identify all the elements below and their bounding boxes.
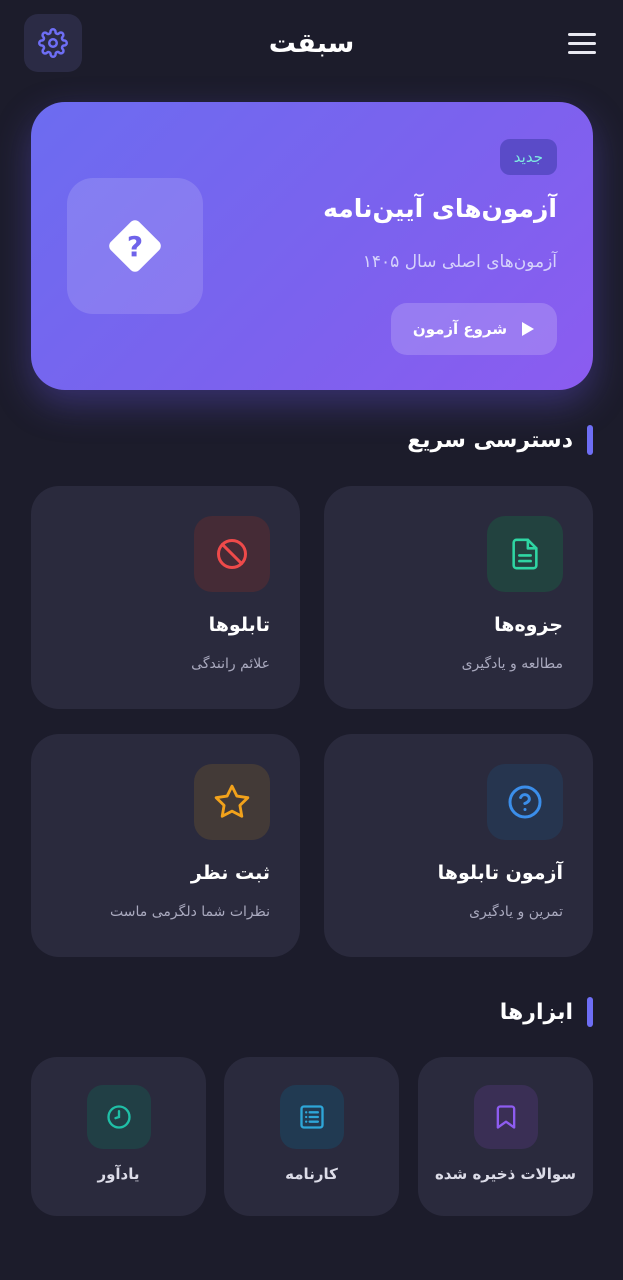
app-title: سبقت [268,27,355,59]
card-signs-subtitle: علائم رانندگی [191,656,270,672]
card-notes-title: جزوه‌ها [494,614,563,636]
quick-access-heading: دسترسی سریع [407,425,593,455]
hero-title: آزمون‌های آیین‌نامه [323,194,557,223]
list-icon [300,1105,324,1129]
hero-card[interactable]: جدید آزمون‌های آیین‌نامه آزمون‌های اصلی … [31,102,593,390]
card-sign-quiz[interactable]: آزمون تابلوها تمرین و یادگیری [324,734,593,957]
settings-button[interactable] [24,14,82,72]
tool-report-card[interactable]: کارنامه [224,1057,399,1216]
menu-button[interactable] [565,26,599,60]
card-feedback-title: ثبت نظر [190,862,270,884]
section-accent-bar [587,425,593,455]
no-entry-icon [217,539,247,569]
question-circle-icon [508,785,542,819]
tool-reminder-label: یادآور [97,1165,140,1183]
play-icon [522,322,535,336]
card-feedback[interactable]: ثبت نظر نظرات شما دلگرمی ماست [31,734,300,957]
gear-icon [38,28,68,58]
card-notes-subtitle: مطالعه و یادگیری [461,656,563,672]
card-sign-quiz-title: آزمون تابلوها [437,862,563,884]
tools-heading: ابزارها [500,997,593,1027]
home-screen: سبقت جدید آزمون‌های آیین‌نامه آزمون‌های … [0,0,623,1280]
saved-questions-icon-box [474,1085,538,1149]
clock-icon [107,1105,131,1129]
tool-report-card-label: کارنامه [285,1165,338,1183]
start-exam-label: شروع آزمون [412,320,508,338]
card-signs[interactable]: تابلوها علائم رانندگی [31,486,300,709]
notes-icon-box [487,516,563,592]
start-exam-button[interactable]: شروع آزمون [391,303,557,355]
feedback-icon-box [194,764,270,840]
card-notes[interactable]: جزوه‌ها مطالعه و یادگیری [324,486,593,709]
report-card-icon-box [280,1085,344,1149]
reminder-icon-box [87,1085,151,1149]
quick-access-title: دسترسی سریع [407,427,573,453]
hero-icon-box: ? [67,178,203,314]
card-feedback-subtitle: نظرات شما دلگرمی ماست [110,904,270,920]
document-icon [512,538,538,570]
card-signs-title: تابلوها [208,614,270,636]
section-accent-bar [587,997,593,1027]
new-badge: جدید [499,139,557,175]
tool-reminder[interactable]: یادآور [31,1057,206,1216]
menu-icon [568,32,596,36]
star-icon [214,784,250,818]
tool-saved-questions-label: سوالات ذخیره شده [434,1165,577,1183]
hero-subtitle: آزمون‌های اصلی سال ۱۴۰۵ [362,252,557,272]
sign-quiz-icon-box [487,764,563,840]
card-sign-quiz-subtitle: تمرین و یادگیری [469,904,563,920]
question-diamond-icon: ? [109,220,161,272]
signs-icon-box [194,516,270,592]
app-header: سبقت [24,14,599,72]
tool-saved-questions[interactable]: سوالات ذخیره شده [418,1057,593,1216]
tools-title: ابزارها [499,999,573,1025]
bookmark-icon [496,1105,516,1129]
svg-text:?: ? [127,230,143,263]
